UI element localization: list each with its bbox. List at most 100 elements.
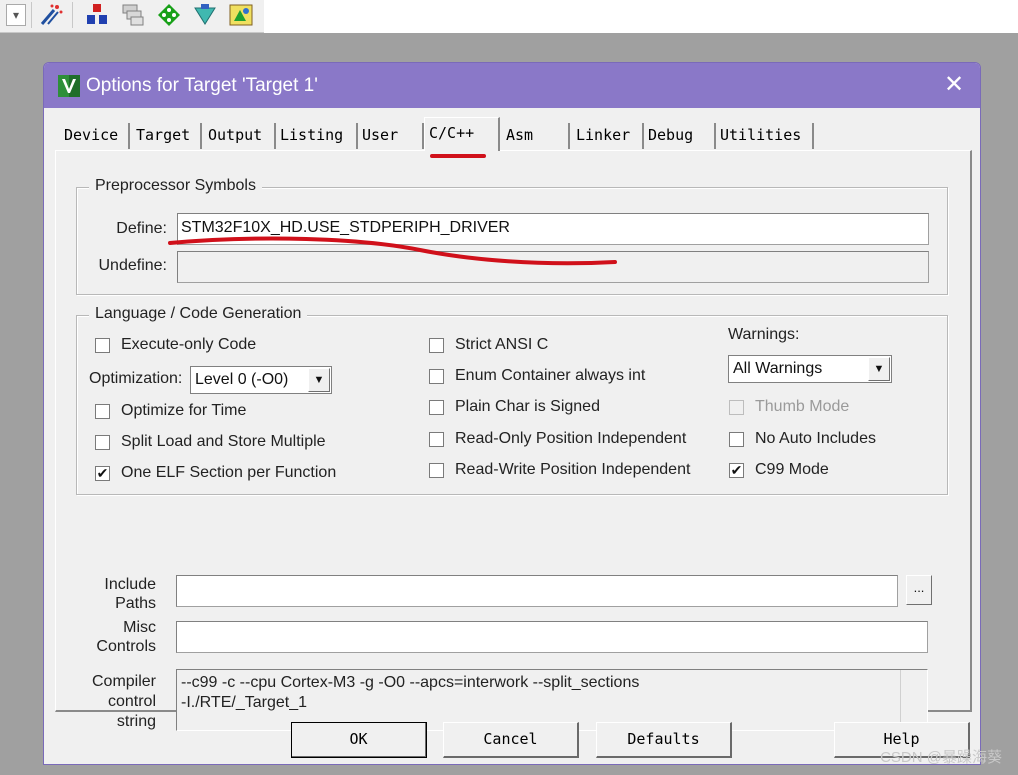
thumb-mode-label: Thumb Mode <box>755 398 850 415</box>
checkbox-box[interactable] <box>429 369 444 384</box>
red-underline-annotation <box>430 154 486 158</box>
watermark: CSDN @暴躁海葵 <box>880 749 1002 766</box>
ropi-checkbox[interactable]: Read-Only Position Independent <box>429 430 709 452</box>
preprocessor-group: Preprocessor Symbols Define: STM32F10X_H… <box>76 177 948 295</box>
dialog-title: Options for Target 'Target 1' <box>86 75 318 96</box>
misc-label-line: Misc <box>123 619 156 636</box>
optimize-time-checkbox[interactable]: Optimize for Time <box>95 402 335 424</box>
ok-button[interactable]: OK <box>291 722 427 758</box>
tab-linker[interactable]: Linker <box>572 123 644 149</box>
include-paths-label: Include Paths <box>76 575 156 613</box>
execute-only-label: Execute-only Code <box>121 336 257 353</box>
rwpi-label: Read-Write Position Independent <box>455 461 691 478</box>
checkbox-box[interactable] <box>429 400 444 415</box>
keil-app-icon <box>58 75 80 97</box>
tab-asm[interactable]: Asm <box>502 123 570 149</box>
toolbar-separator <box>72 2 73 28</box>
tab-debug[interactable]: Debug <box>644 123 716 149</box>
checkbox-box[interactable] <box>95 404 110 419</box>
tab-output[interactable]: Output <box>204 123 276 149</box>
define-label: Define: <box>116 220 167 237</box>
tab-device[interactable]: Device <box>60 123 130 149</box>
one-elf-label: One ELF Section per Function <box>121 464 337 481</box>
scrollbar[interactable] <box>900 670 927 730</box>
defaults-button[interactable]: Defaults <box>596 722 732 758</box>
checkbox-box[interactable] <box>429 338 444 353</box>
tab-listing[interactable]: Listing <box>276 123 358 149</box>
optimization-select[interactable]: Level 0 (-O0) ▼ <box>190 366 332 394</box>
options-dialog: Options for Target 'Target 1' ✕ Device T… <box>43 62 981 765</box>
c99-mode-checkbox[interactable]: ✔ C99 Mode <box>729 461 889 483</box>
strict-ansi-label: Strict ANSI C <box>455 336 549 353</box>
compiler-string-line: -I./RTE/_Target_1 <box>181 694 307 711</box>
split-load-label: Split Load and Store Multiple <box>121 433 326 450</box>
checkbox-box[interactable]: ✔ <box>95 466 110 481</box>
toolbar-separator <box>31 2 32 28</box>
split-load-checkbox[interactable]: Split Load and Store Multiple <box>95 433 355 455</box>
plain-char-checkbox[interactable]: Plain Char is Signed <box>429 398 689 420</box>
no-auto-includes-checkbox[interactable]: No Auto Includes <box>729 430 899 452</box>
enum-container-checkbox[interactable]: Enum Container always int <box>429 367 689 389</box>
chevron-down-icon[interactable]: ▼ <box>868 357 890 381</box>
checkbox-box[interactable] <box>429 463 444 478</box>
warnings-select[interactable]: All Warnings ▼ <box>728 355 892 383</box>
tab-user[interactable]: User <box>358 123 424 149</box>
tab-utilities[interactable]: Utilities <box>716 123 814 149</box>
copy-layers-icon[interactable] <box>120 2 146 28</box>
optimization-value: Level 0 (-O0) <box>195 371 289 388</box>
misc-controls-label: Misc Controls <box>76 618 156 656</box>
c99-mode-label: C99 Mode <box>755 461 829 478</box>
checkbox-box[interactable]: ✔ <box>729 463 744 478</box>
include-label-line: Paths <box>115 595 156 612</box>
optimize-time-label: Optimize for Time <box>121 402 247 419</box>
no-auto-includes-label: No Auto Includes <box>755 430 876 447</box>
one-elf-checkbox[interactable]: ✔ One ELF Section per Function <box>95 464 355 486</box>
cancel-button[interactable]: Cancel <box>443 722 579 758</box>
chevron-down-icon[interactable]: ▼ <box>308 368 330 392</box>
define-input[interactable]: STM32F10X_HD.USE_STDPERIPH_DRIVER <box>177 213 929 245</box>
strict-ansi-checkbox[interactable]: Strict ANSI C <box>429 336 689 358</box>
toolbar-dropdown-icon[interactable]: ▾ <box>6 4 26 26</box>
cpp-tab-page: Preprocessor Symbols Define: STM32F10X_H… <box>55 150 972 731</box>
undefine-input[interactable] <box>177 251 929 283</box>
toolbar-empty-area <box>264 0 1018 33</box>
include-label-line: Include <box>104 576 156 593</box>
load-icon[interactable] <box>84 2 110 28</box>
components-icon[interactable] <box>156 2 182 28</box>
preprocessor-group-title: Preprocessor Symbols <box>89 177 262 195</box>
plain-char-label: Plain Char is Signed <box>455 398 600 415</box>
enum-container-label: Enum Container always int <box>455 367 646 384</box>
include-paths-input[interactable] <box>176 575 898 607</box>
thumb-mode-checkbox: Thumb Mode <box>729 398 889 420</box>
dialog-titlebar[interactable]: Options for Target 'Target 1' ✕ <box>44 63 980 108</box>
compiler-label-line: control <box>107 693 156 710</box>
checkbox-box[interactable] <box>95 338 110 353</box>
compiler-string-line: --c99 -c --cpu Cortex-M3 -g -O0 --apcs=i… <box>181 674 640 691</box>
toolbar: ▾ <box>0 0 265 33</box>
magic-wand-icon[interactable] <box>38 2 64 28</box>
close-icon[interactable]: ✕ <box>940 71 968 99</box>
compiler-label-line: Compiler <box>91 673 156 690</box>
tab-target[interactable]: Target <box>132 123 202 149</box>
compiler-label-line: string <box>116 713 156 730</box>
browse-button[interactable]: ... <box>906 575 932 605</box>
execute-only-checkbox[interactable]: Execute-only Code <box>95 336 335 358</box>
rwpi-checkbox[interactable]: Read-Write Position Independent <box>429 461 709 483</box>
manage-icon[interactable] <box>192 2 218 28</box>
checkbox-box[interactable] <box>729 432 744 447</box>
pack-installer-icon[interactable] <box>228 2 254 28</box>
language-group: Language / Code Generation Execute-only … <box>76 305 948 495</box>
ropi-label: Read-Only Position Independent <box>455 430 687 447</box>
compiler-control-label: Compiler control string <box>76 672 156 732</box>
warnings-label: Warnings: <box>728 326 800 343</box>
language-group-title: Language / Code Generation <box>89 305 308 323</box>
misc-label-line: Controls <box>96 638 156 655</box>
checkbox-box[interactable] <box>429 432 444 447</box>
checkbox-box <box>729 400 744 415</box>
warnings-value: All Warnings <box>733 360 823 377</box>
undefine-label: Undefine: <box>98 257 168 274</box>
optimization-label: Optimization: <box>89 370 183 387</box>
tab-cpp[interactable]: C/C++ <box>424 117 500 151</box>
checkbox-box[interactable] <box>95 435 110 450</box>
misc-controls-input[interactable] <box>176 621 928 653</box>
